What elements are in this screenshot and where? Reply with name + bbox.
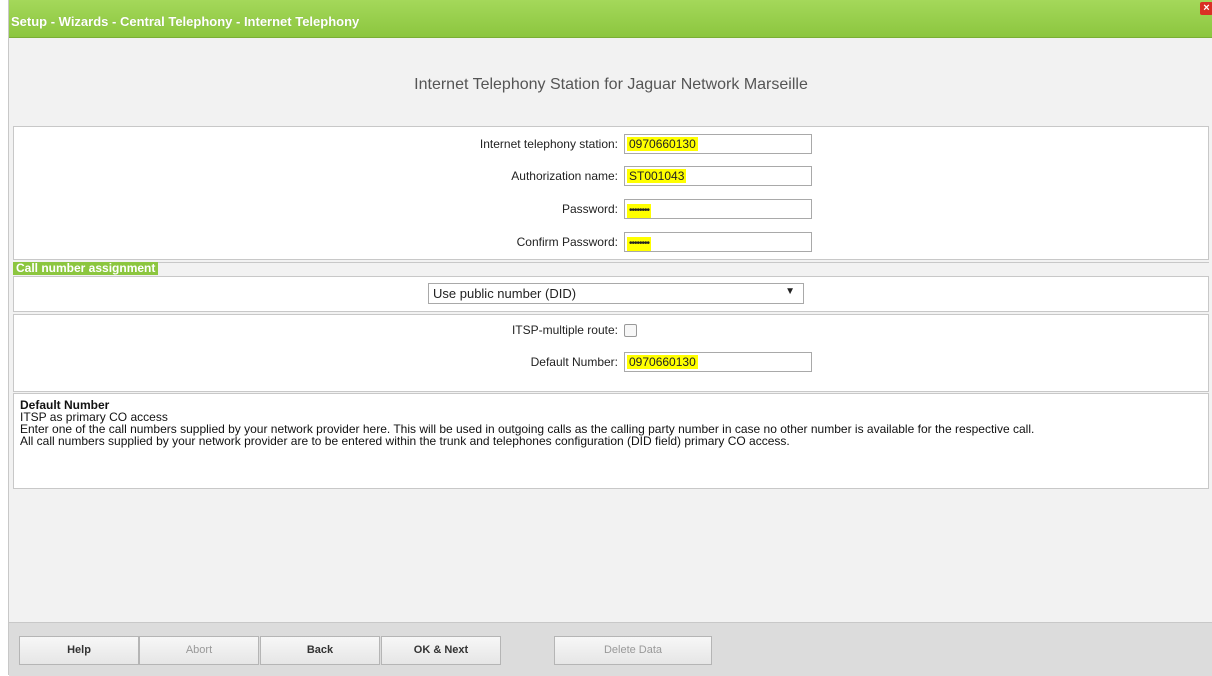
multiple-route-label: ITSP-multiple route:: [511, 323, 618, 337]
wizard-window: Setup - Wizards - Central Telephony - In…: [8, 0, 1212, 676]
multiple-route-checkbox[interactable]: [624, 324, 637, 337]
confirm-password-row: Confirm Password: ••••••••: [14, 232, 1208, 254]
station-value: 0970660130: [627, 137, 698, 151]
password-value: ••••••••: [627, 204, 652, 218]
auth-value: ST001043: [627, 169, 687, 183]
default-number-value: 0970660130: [627, 355, 698, 369]
close-button[interactable]: ×: [1200, 2, 1212, 15]
default-number-label: Default Number:: [530, 355, 618, 369]
multiple-route-row: ITSP-multiple route:: [14, 320, 1208, 342]
select-value: Use public number (DID): [433, 286, 577, 301]
help-button[interactable]: Help: [19, 636, 139, 665]
confirm-password-label: Confirm Password:: [516, 235, 618, 249]
password-row: Password: ••••••••: [14, 199, 1208, 221]
help-line-3: All call numbers supplied by your networ…: [20, 434, 790, 448]
credentials-panel: Internet telephony station: 0970660130 A…: [13, 126, 1209, 260]
help-text-panel: Default Number ITSP as primary CO access…: [13, 393, 1209, 489]
assignment-panel: Use public number (DID) ▼: [13, 276, 1209, 312]
confirm-password-value: ••••••••: [627, 237, 652, 251]
dropdown-arrow-icon: ▼: [785, 286, 795, 297]
station-input[interactable]: 0970660130: [624, 134, 812, 154]
password-input[interactable]: ••••••••: [624, 199, 812, 219]
default-number-row: Default Number: 0970660130: [14, 352, 1208, 374]
button-bar: Help Abort Back OK & Next Delete Data: [9, 622, 1212, 676]
default-number-input[interactable]: 0970660130: [624, 352, 812, 372]
station-label: Internet telephony station:: [479, 137, 618, 151]
call-number-assignment-select[interactable]: Use public number (DID) ▼: [428, 283, 804, 304]
call-number-assignment-header: Call number assignment: [13, 262, 1209, 276]
back-button[interactable]: Back: [260, 636, 380, 665]
ok-next-button[interactable]: OK & Next: [381, 636, 501, 665]
help-title: Default Number: [20, 398, 110, 412]
window-title: Setup - Wizards - Central Telephony - In…: [11, 14, 360, 29]
auth-name-input[interactable]: ST001043: [624, 166, 812, 186]
page-title: Internet Telephony Station for Jaguar Ne…: [414, 76, 808, 93]
station-row: Internet telephony station: 0970660130: [14, 134, 1208, 156]
auth-label: Authorization name:: [511, 169, 618, 183]
auth-row: Authorization name: ST001043: [14, 166, 1208, 188]
confirm-password-input[interactable]: ••••••••: [624, 232, 812, 252]
password-label: Password:: [561, 202, 618, 216]
abort-button[interactable]: Abort: [139, 636, 259, 665]
title-bar: Setup - Wizards - Central Telephony - In…: [9, 0, 1212, 38]
routing-panel: ITSP-multiple route: Default Number: 097…: [13, 314, 1209, 392]
delete-data-button[interactable]: Delete Data: [554, 636, 712, 665]
section-title: Call number assignment: [13, 262, 159, 275]
